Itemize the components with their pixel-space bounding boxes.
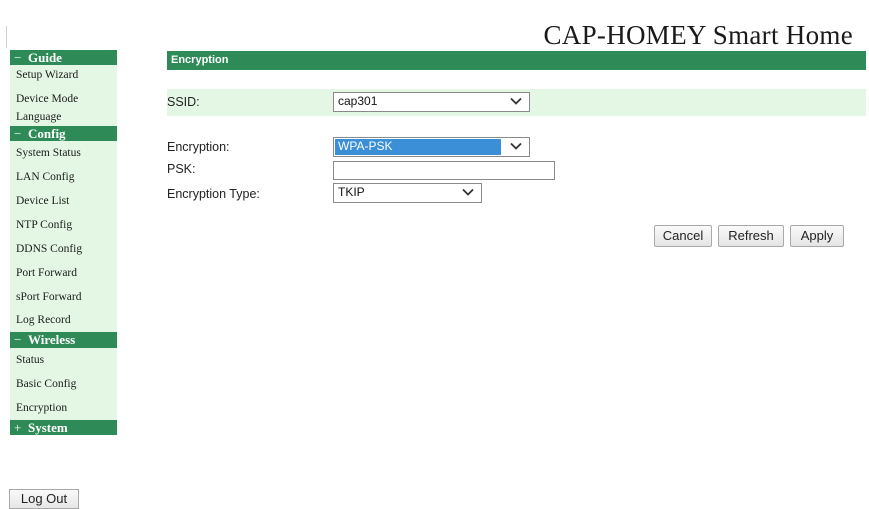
sidebar-item-sport-forward[interactable]: sPort Forward <box>10 285 117 309</box>
sidebar-section-label: Wireless <box>28 332 76 347</box>
sidebar-item-lan-config[interactable]: LAN Config <box>10 165 117 189</box>
sidebar-item-encryption[interactable]: Encryption <box>10 396 117 420</box>
sidebar-item-device-mode[interactable]: Device Mode <box>10 87 117 111</box>
collapse-icon: − <box>14 126 22 141</box>
encryption-label: Encryption: <box>167 140 230 154</box>
sidebar-section-wireless[interactable]: − Wireless <box>10 332 117 348</box>
collapse-icon: − <box>14 332 22 347</box>
sidebar-item-basic-config[interactable]: Basic Config <box>10 372 117 396</box>
sidebar-section-label: Config <box>28 126 66 141</box>
sidebar-item-port-forward[interactable]: Port Forward <box>10 261 117 285</box>
encryption-select[interactable]: WPA-PSK <box>333 137 530 157</box>
logout-button[interactable]: Log Out <box>9 489 79 509</box>
sidebar-section-guide[interactable]: − Guide <box>10 50 117 65</box>
ssid-label: SSID: <box>167 95 200 109</box>
sidebar-item-language[interactable]: Language <box>10 111 117 126</box>
psk-label: PSK: <box>167 162 196 176</box>
sidebar-item-setup-wizard[interactable]: Setup Wizard <box>10 65 117 87</box>
sidebar-section-config[interactable]: − Config <box>10 126 117 141</box>
psk-input[interactable] <box>333 161 555 180</box>
expand-icon: + <box>14 420 22 435</box>
cancel-button[interactable]: Cancel <box>654 225 712 247</box>
sidebar-item-device-list[interactable]: Device List <box>10 189 117 213</box>
sidebar-item-ntp-config[interactable]: NTP Config <box>10 213 117 237</box>
section-title-bar: Encryption <box>167 51 866 70</box>
left-edge-rule <box>6 26 7 48</box>
app-title: CAP-HOMEY Smart Home <box>543 20 853 50</box>
sidebar-section-system[interactable]: + System <box>10 420 117 435</box>
encryption-type-select[interactable]: TKIP <box>333 183 482 203</box>
refresh-button[interactable]: Refresh <box>718 225 784 247</box>
ssid-value: cap301 <box>338 94 378 108</box>
encryption-type-label: Encryption Type: <box>167 187 260 201</box>
sidebar-item-system-status[interactable]: System Status <box>10 141 117 165</box>
sidebar-item-wireless-status[interactable]: Status <box>10 348 117 372</box>
collapse-icon: − <box>14 50 22 65</box>
chevron-down-icon <box>510 142 522 150</box>
sidebar-section-label: System <box>28 420 68 435</box>
encryption-value: WPA-PSK <box>335 139 501 155</box>
sidebar-item-ddns-config[interactable]: DDNS Config <box>10 237 117 261</box>
chevron-down-icon <box>462 188 474 196</box>
sidebar-item-log-record[interactable]: Log Record <box>10 309 117 332</box>
ssid-select[interactable]: cap301 <box>333 92 530 112</box>
chevron-down-icon <box>510 97 522 105</box>
sidebar-section-label: Guide <box>28 50 62 65</box>
encryption-type-value: TKIP <box>338 185 365 199</box>
sidebar-nav: − Guide Setup Wizard Device Mode Language… <box>10 50 117 435</box>
apply-button[interactable]: Apply <box>790 225 844 247</box>
